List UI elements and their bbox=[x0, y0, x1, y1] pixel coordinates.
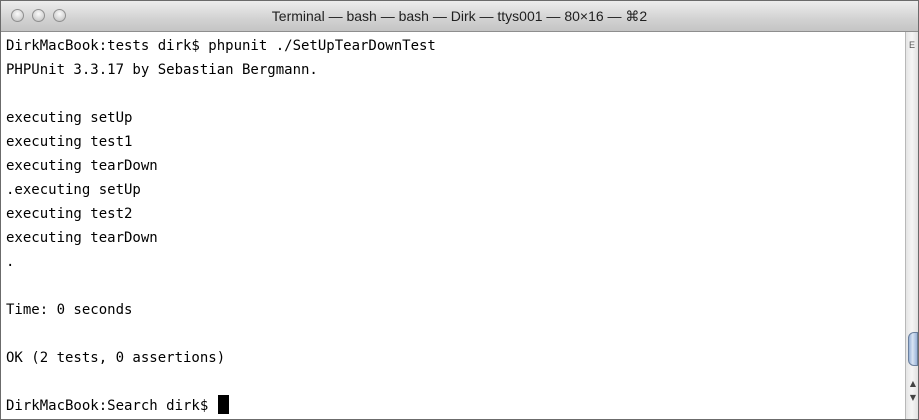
title-bar[interactable]: Terminal — bash — bash — Dirk — ttys001 … bbox=[1, 1, 918, 32]
close-button[interactable] bbox=[11, 9, 24, 22]
terminal-output[interactable]: DirkMacBook:tests dirk$ phpunit ./SetUpT… bbox=[1, 32, 905, 419]
prompt-line[interactable]: DirkMacBook:Search dirk$ bbox=[6, 394, 905, 418]
terminal-line: Time: 0 seconds bbox=[6, 302, 133, 318]
terminal-line: executing test1 bbox=[6, 134, 133, 150]
terminal-line: . bbox=[6, 254, 15, 270]
terminal-line: executing tearDown bbox=[6, 230, 158, 246]
window-title: Terminal — bash — bash — Dirk — ttys001 … bbox=[271, 8, 648, 24]
terminal-line: PHPUnit 3.3.17 by Sebastian Bergmann. bbox=[6, 62, 318, 78]
minimize-button[interactable] bbox=[32, 9, 45, 22]
terminal-line: .executing setUp bbox=[6, 182, 141, 198]
scroll-thumb[interactable] bbox=[908, 332, 918, 366]
terminal-line: executing setUp bbox=[6, 110, 133, 126]
scroll-down-arrow-icon[interactable]: ▼ bbox=[908, 392, 918, 404]
terminal-line: DirkMacBook:tests dirk$ phpunit ./SetUpT… bbox=[6, 38, 436, 54]
scrollbar-edge-glyph: E bbox=[909, 40, 916, 50]
terminal-window: Terminal — bash — bash — Dirk — ttys001 … bbox=[0, 0, 919, 420]
terminal-line: executing test2 bbox=[6, 206, 133, 222]
zoom-button[interactable] bbox=[53, 9, 66, 22]
terminal-line: executing tearDown bbox=[6, 158, 158, 174]
terminal-line: OK (2 tests, 0 assertions) bbox=[6, 350, 226, 366]
prompt-text: DirkMacBook:Search dirk$ bbox=[6, 398, 217, 414]
text-cursor bbox=[217, 395, 229, 414]
vertical-scrollbar[interactable]: E ▲ ▼ bbox=[905, 32, 918, 419]
scroll-up-arrow-icon[interactable]: ▲ bbox=[908, 378, 918, 390]
